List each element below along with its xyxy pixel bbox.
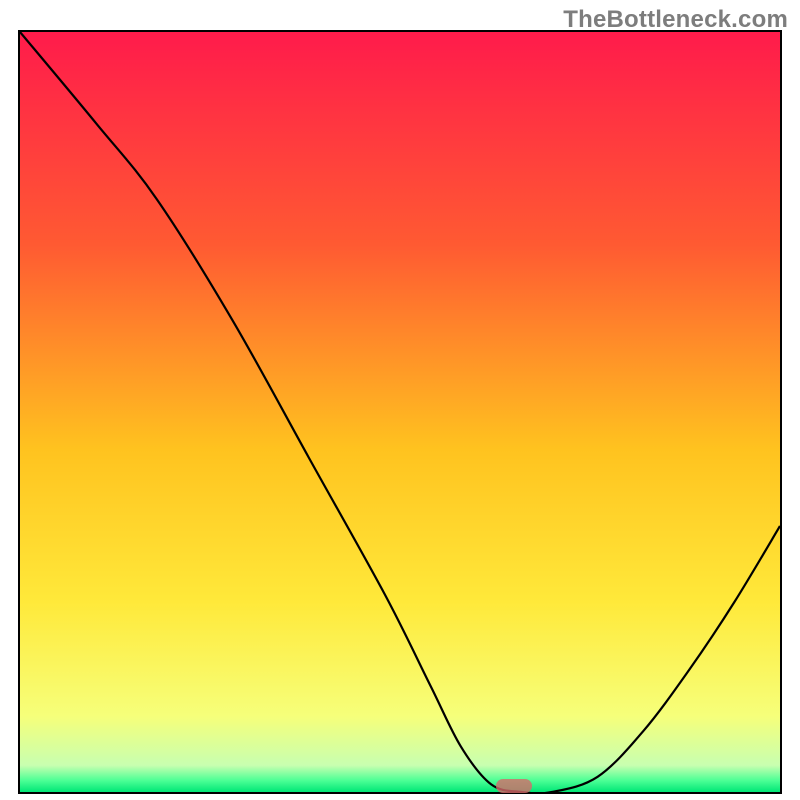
curve-path [20, 32, 780, 792]
chart-frame [18, 30, 782, 794]
minimum-marker [496, 779, 532, 793]
bottleneck-curve [20, 32, 780, 792]
